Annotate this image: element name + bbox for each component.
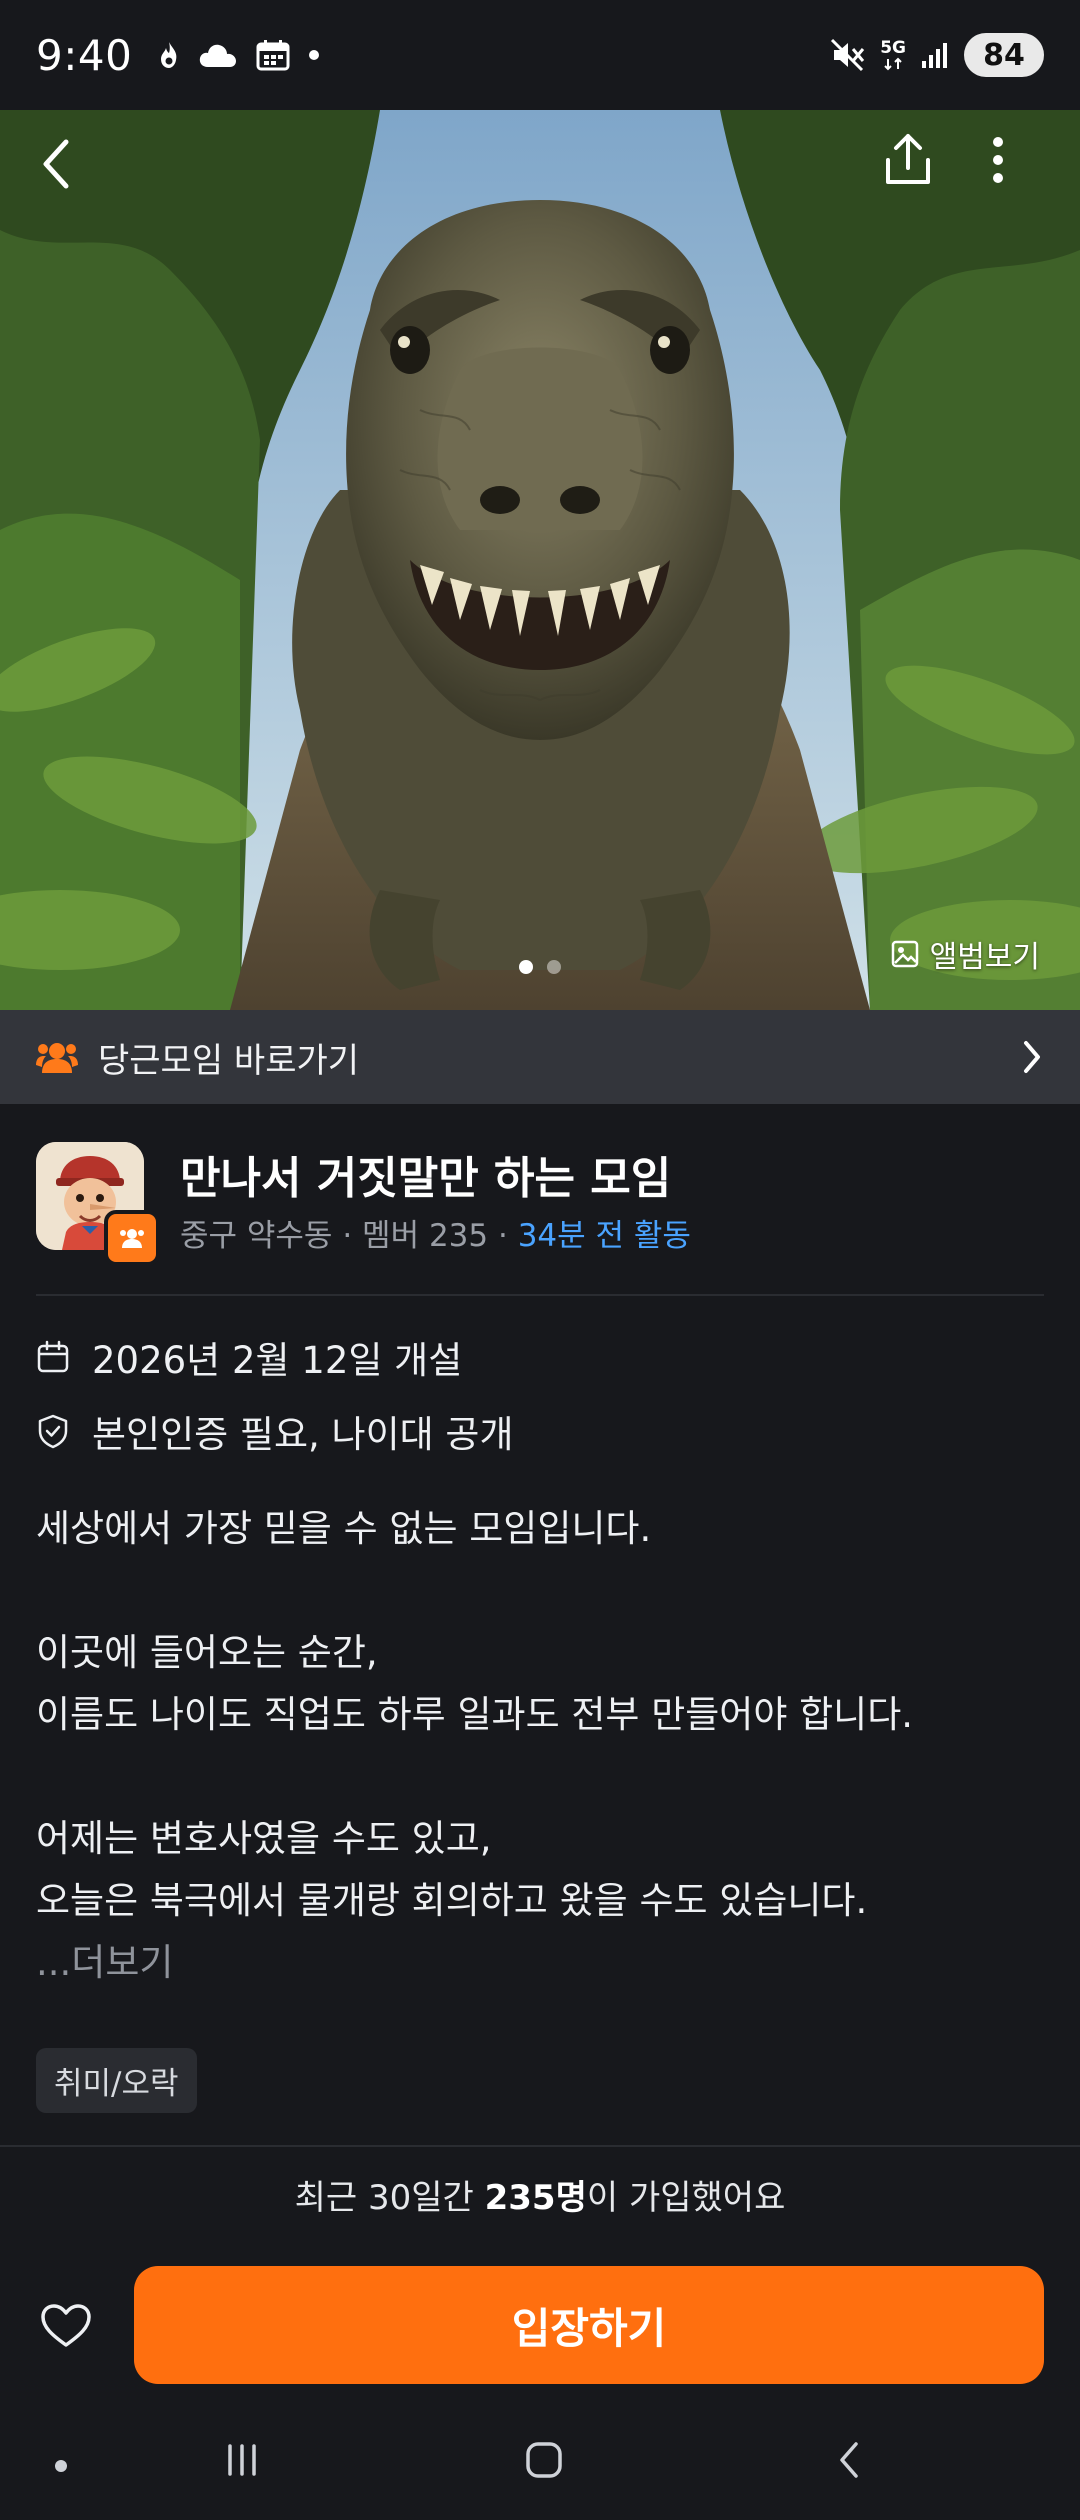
join-info-count: 235명 bbox=[484, 2178, 587, 2218]
description-line: 어제는 변호사였을 수도 있고, bbox=[36, 1817, 492, 1860]
read-more-link[interactable]: ...더보기 bbox=[36, 1941, 173, 1984]
dinosaur-photo bbox=[0, 110, 1080, 1010]
nav-dot bbox=[54, 2458, 68, 2477]
system-navigation-bar bbox=[0, 2410, 1080, 2520]
album-view-button[interactable]: 앨범보기 bbox=[890, 932, 1040, 976]
chevron-right-icon bbox=[1024, 1041, 1040, 1073]
cloud-icon bbox=[200, 44, 237, 67]
back-nav-button[interactable] bbox=[830, 2440, 870, 2484]
group-title: 만나서 거짓말만 하는 모임 bbox=[180, 1153, 672, 1204]
like-button[interactable] bbox=[34, 2294, 98, 2358]
description-line: 이름도 나이도 직업도 하루 일과도 전부 만들어야 합니다. bbox=[36, 1693, 914, 1736]
requirements-text: 본인인증 필요, 나이대 공개 bbox=[92, 1413, 514, 1456]
section-divider bbox=[36, 1294, 1044, 1296]
group-badge-icon bbox=[120, 1229, 144, 1248]
group-people-icon bbox=[36, 1043, 78, 1073]
join-info-suffix: 이 가입했어요 bbox=[586, 2178, 786, 2218]
daangn-group-shortcut[interactable]: 당근모임 바로가기 bbox=[0, 1010, 1080, 1104]
share-icon bbox=[886, 134, 930, 184]
calendar-icon bbox=[256, 40, 290, 71]
group-location: 중구 약수동 bbox=[180, 1218, 333, 1254]
status-bar: 9:40 5G 84 bbox=[0, 0, 1080, 110]
description-line: 이곳에 들어오는 순간, bbox=[36, 1631, 378, 1674]
heart-icon bbox=[41, 2304, 91, 2347]
signal-icon bbox=[922, 43, 947, 68]
description-line: 세상에서 가장 믿을 수 없는 모임입니다. bbox=[36, 1507, 652, 1550]
group-header: 만나서 거짓말만 하는 모임 중구 약수동 · 멤버 235 · 34분 전 활… bbox=[36, 1142, 1044, 1266]
recent-apps-button[interactable] bbox=[222, 2440, 262, 2484]
more-options-button[interactable] bbox=[980, 132, 1016, 192]
chevron-left-icon bbox=[840, 2442, 858, 2478]
recent-join-info: 최근 30일간 235명이 가입했어요 bbox=[0, 2170, 1080, 2219]
description-gap bbox=[36, 1746, 1044, 1808]
group-member-count: 멤버 235 bbox=[362, 1218, 489, 1254]
category-tag[interactable]: 취미/오락 bbox=[36, 2048, 197, 2113]
back-button[interactable] bbox=[36, 132, 76, 200]
carousel-dot bbox=[547, 960, 561, 974]
opened-date-row: 2026년 2월 12일 개설 bbox=[36, 1330, 462, 1384]
network-5g-icon: 5G bbox=[880, 37, 906, 71]
meta-separator: · bbox=[497, 1218, 518, 1254]
status-right-icons: 5G 84 bbox=[830, 33, 1044, 77]
shield-check-icon bbox=[38, 1414, 68, 1449]
recent-apps-icon bbox=[228, 2444, 256, 2476]
status-left-icons bbox=[158, 39, 320, 71]
group-description: 세상에서 가장 믿을 수 없는 모임입니다. 이곳에 들어오는 순간, 이름도 … bbox=[36, 1498, 1044, 1994]
dot-icon bbox=[309, 50, 320, 60]
network-label: 5G bbox=[880, 37, 906, 58]
share-button[interactable] bbox=[880, 130, 936, 194]
battery-indicator: 84 bbox=[964, 33, 1044, 77]
dot-icon bbox=[55, 2460, 67, 2472]
bottom-divider bbox=[0, 2145, 1080, 2147]
album-view-label: 앨범보기 bbox=[929, 940, 1040, 975]
status-time: 9:40 bbox=[36, 30, 133, 80]
join-info-prefix: 최근 30일간 bbox=[294, 2178, 485, 2218]
group-last-activity: 34분 전 활동 bbox=[517, 1218, 691, 1254]
description-gap bbox=[36, 1560, 1044, 1622]
home-icon bbox=[526, 2442, 562, 2478]
chevron-left-icon bbox=[43, 139, 69, 189]
home-button[interactable] bbox=[524, 2440, 564, 2484]
mute-icon bbox=[831, 38, 865, 72]
shortcut-label: 당근모임 바로가기 bbox=[98, 1040, 360, 1081]
opened-date-text: 2026년 2월 12일 개설 bbox=[92, 1339, 463, 1382]
enter-button[interactable]: 입장하기 bbox=[134, 2266, 1044, 2384]
bottom-action-bar: 입장하기 bbox=[0, 2250, 1080, 2400]
more-vertical-icon bbox=[993, 137, 1003, 183]
requirements-row: 본인인증 필요, 나이대 공개 bbox=[36, 1404, 513, 1458]
carousel-dot-active bbox=[519, 960, 533, 974]
description-line: 오늘은 북극에서 물개랑 회의하고 왔을 수도 있습니다. bbox=[36, 1879, 868, 1922]
meta-separator: · bbox=[342, 1218, 363, 1254]
group-meta: 중구 약수동 · 멤버 235 · 34분 전 활동 bbox=[180, 1210, 691, 1255]
flame-icon bbox=[161, 42, 177, 68]
group-badge bbox=[104, 1210, 160, 1266]
hero-image-carousel[interactable] bbox=[0, 110, 1080, 1010]
image-icon bbox=[891, 940, 918, 968]
calendar-icon bbox=[37, 1340, 69, 1373]
